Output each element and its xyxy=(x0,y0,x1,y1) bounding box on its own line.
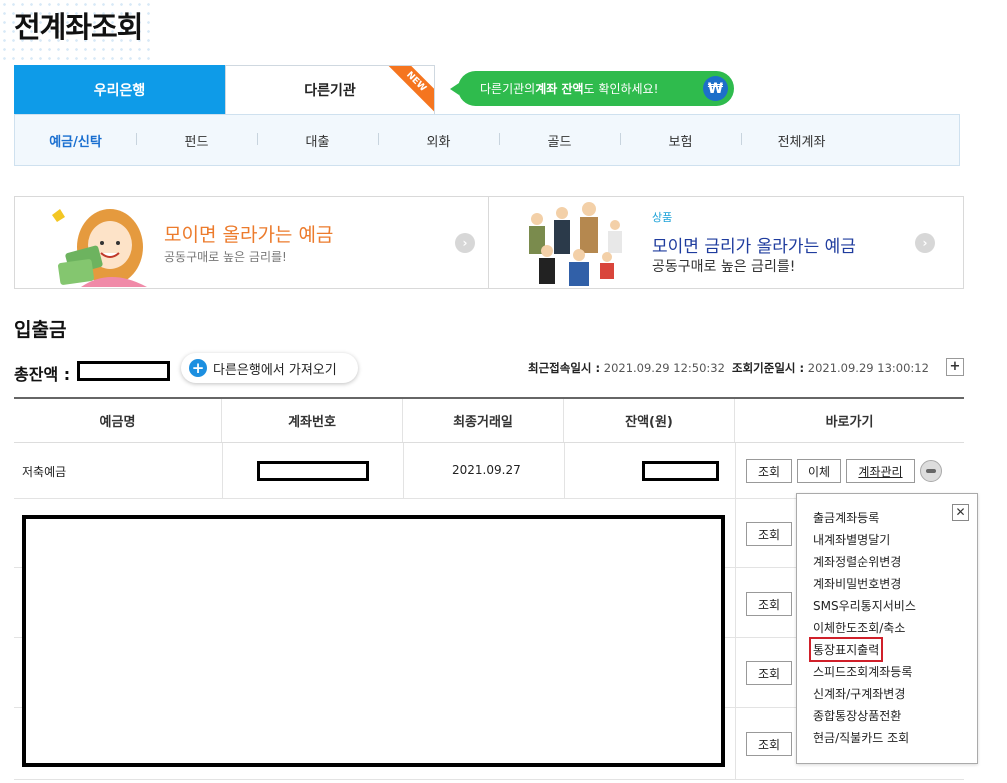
new-badge: NEW xyxy=(382,66,434,114)
last-transaction-date: 2021.09.27 xyxy=(452,463,521,477)
total-balance-label: 총잔액 : xyxy=(14,365,71,384)
plus-icon: + xyxy=(189,359,207,377)
won-icon: ₩ xyxy=(703,76,728,101)
inquiry-button[interactable]: 조회 xyxy=(746,459,792,483)
chevron-right-icon[interactable]: › xyxy=(455,233,475,253)
banner-left-title: 모이면 올라가는 예금 xyxy=(164,224,334,246)
header-account-name: 예금명 xyxy=(14,399,222,442)
subnav-foreign-currency[interactable]: 외화 xyxy=(378,131,499,150)
popup-item-change-password[interactable]: 계좌비밀번호변경 xyxy=(813,575,901,592)
popup-item-new-old-account[interactable]: 신계좌/구계좌변경 xyxy=(813,685,905,702)
subnav-insurance[interactable]: 보험 xyxy=(620,131,741,150)
inquiry-button[interactable]: 조회 xyxy=(746,732,792,756)
tab-woori-bank[interactable]: 우리은행 xyxy=(14,65,225,114)
import-from-other-bank-button[interactable]: + 다른은행에서 가져오기 xyxy=(181,353,358,383)
header-account-number: 계좌번호 xyxy=(222,399,403,442)
page-title: 전계좌조회 xyxy=(14,10,143,44)
more-menu-icon[interactable] xyxy=(920,460,942,482)
tab-other-institution[interactable]: 다른기관 NEW xyxy=(225,65,435,114)
sub-navigation: 예금/신탁 펀드 대출 외화 골드 보험 전체계좌 xyxy=(14,114,960,166)
tab-other-label: 다른기관 xyxy=(304,83,356,99)
banner-right-title: 모이면 금리가 올라가는 예금 xyxy=(652,237,856,257)
popup-item-account-nickname[interactable]: 내계좌별명달기 xyxy=(813,531,890,548)
popup-item-product-conversion[interactable]: 종합통장상품전환 xyxy=(813,707,901,724)
close-icon[interactable]: ✕ xyxy=(952,504,969,521)
account-table: 예금명 계좌번호 최종거래일 잔액(원) 바로가기 저축예금 2021.09.2… xyxy=(14,397,964,780)
header-shortcuts: 바로가기 xyxy=(825,415,874,430)
redacted-total-balance xyxy=(77,361,170,381)
subnav-deposit-trust[interactable]: 예금/신탁 xyxy=(15,131,136,150)
banner-deposit-promo[interactable]: 모이면 올라가는 예금 공동구매로 높은 금리를! › xyxy=(14,196,489,289)
subnav-all-accounts[interactable]: 전체계좌 xyxy=(741,131,862,150)
expand-button[interactable]: + xyxy=(946,358,964,376)
banner-group-buying-promo[interactable]: 상품 모이면 금리가 올라가는 예금 공동구매로 높은 금리를! › xyxy=(488,196,964,289)
redacted-accounts-block xyxy=(22,515,725,767)
subnav-gold[interactable]: 골드 xyxy=(499,131,620,150)
popup-item-speed-inquiry[interactable]: 스피드조회계좌등록 xyxy=(813,663,912,680)
popup-item-sms-notification[interactable]: SMS우리통지서비스 xyxy=(813,597,916,614)
last-login-info: 최근접속일시 : 2021.09.29 12:50:32 xyxy=(528,361,725,375)
popup-item-cash-debit-card[interactable]: 현금/직불카드 조회 xyxy=(813,729,909,746)
woman-with-money-illustration xyxy=(52,209,147,287)
table-row: 저축예금 2021.09.27 조회 이체 계좌관리 xyxy=(14,443,964,499)
people-group-illustration xyxy=(529,202,622,286)
transfer-button[interactable]: 이체 xyxy=(797,459,841,483)
popup-item-transfer-limit[interactable]: 이체한도조회/축소 xyxy=(813,619,905,636)
query-basis-info: 조회기준일시 : 2021.09.29 13:00:12 xyxy=(732,361,929,375)
inquiry-button[interactable]: 조회 xyxy=(746,522,792,546)
inquiry-button[interactable]: 조회 xyxy=(746,592,792,616)
redacted-balance xyxy=(642,461,719,481)
chevron-right-icon[interactable]: › xyxy=(915,233,935,253)
table-header: 예금명 계좌번호 최종거래일 잔액(원) 바로가기 xyxy=(14,399,964,443)
header-last-transaction: 최종거래일 xyxy=(403,399,564,442)
inquiry-button[interactable]: 조회 xyxy=(746,661,792,685)
popup-item-register-withdrawal-account[interactable]: 출금계좌등록 xyxy=(813,509,879,526)
banner-right-subtitle: 공동구매로 높은 금리를! xyxy=(652,259,796,275)
section-title: 입출금 xyxy=(14,319,67,341)
redacted-account-number xyxy=(257,461,369,481)
account-name: 저축예금 xyxy=(22,465,67,479)
promo-bubble: 다른기관의 계좌 잔액 도 확인하세요! ₩ xyxy=(450,71,734,106)
banner-left-subtitle: 공동구매로 높은 금리를! xyxy=(164,250,287,264)
subnav-fund[interactable]: 펀드 xyxy=(136,131,257,150)
account-manage-popup: ✕ 출금계좌등록 내계좌별명달기 계좌정렬순위변경 계좌비밀번호변경 SMS우리… xyxy=(796,493,978,764)
subnav-loan[interactable]: 대출 xyxy=(257,131,378,150)
banner-right-tag: 상품 xyxy=(652,211,673,224)
popup-item-account-sort-order[interactable]: 계좌정렬순위변경 xyxy=(813,553,901,570)
account-manage-button[interactable]: 계좌관리 xyxy=(846,459,915,483)
header-balance: 잔액(원) xyxy=(564,399,735,442)
popup-item-print-passbook-cover[interactable]: 통장표지출력 xyxy=(808,637,884,662)
